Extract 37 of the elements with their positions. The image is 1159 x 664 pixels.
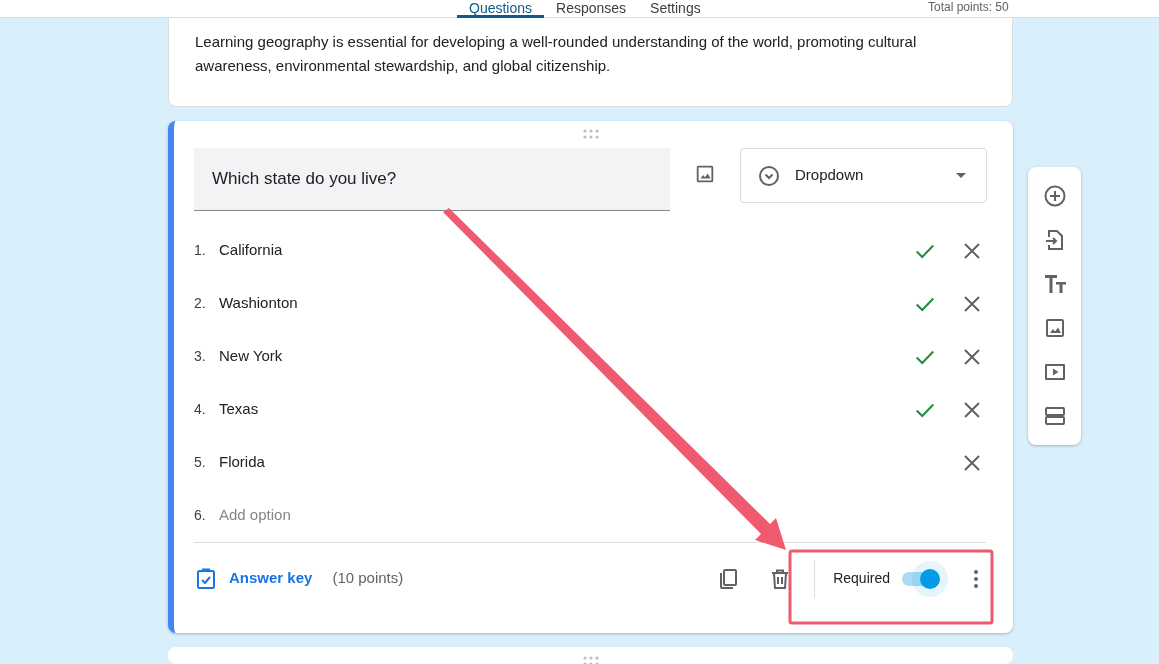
option-label[interactable]: Washionton xyxy=(219,292,913,315)
close-icon xyxy=(963,400,981,419)
section-icon[interactable] xyxy=(1042,404,1067,428)
drag-handle-icon[interactable] xyxy=(581,656,600,664)
close-icon xyxy=(963,241,981,260)
required-toggle[interactable] xyxy=(900,560,950,597)
question-title-field[interactable]: Which state do you live? xyxy=(194,148,670,211)
answer-key-link[interactable]: Answer key xyxy=(229,567,313,590)
form-description: Learning geography is essential for developing a well-rounded understanding of the world, promoting cultural awareness, environmental stewardship, and global citizenship. xyxy=(195,32,918,76)
add-question-icon[interactable] xyxy=(1042,184,1067,208)
option-number: 5. xyxy=(194,453,207,472)
more-icon xyxy=(974,569,978,588)
caret-icon xyxy=(956,173,966,178)
answer-key-icon[interactable] xyxy=(194,566,218,591)
option-number: 2. xyxy=(194,294,207,313)
points-label: (10 points) xyxy=(332,568,404,589)
image-icon xyxy=(694,163,716,185)
tab[interactable]: Settings xyxy=(638,0,713,18)
option-number: 6. xyxy=(194,506,207,525)
question-type-dropdown[interactable]: Dropdown xyxy=(740,148,987,203)
option-label[interactable]: Texas xyxy=(219,398,913,421)
add-option-field[interactable]: Add option xyxy=(219,504,419,527)
tab[interactable]: Responses xyxy=(544,0,639,18)
option-label[interactable]: California xyxy=(219,239,913,262)
title-text-icon[interactable] xyxy=(1042,272,1067,296)
option-number: 4. xyxy=(194,400,207,419)
dropdown-circle-icon xyxy=(757,163,781,188)
drag-handle-icon[interactable] xyxy=(581,129,600,139)
close-icon xyxy=(963,347,981,366)
total-points: Total points: 50 xyxy=(928,0,1009,14)
option-number: 3. xyxy=(194,347,207,366)
required-label: Required xyxy=(833,569,890,588)
option-label[interactable]: New York xyxy=(219,345,913,368)
option-number: 1. xyxy=(194,241,207,260)
close-icon xyxy=(963,294,981,313)
close-icon xyxy=(963,453,981,472)
option-label[interactable]: Florida xyxy=(219,451,913,474)
